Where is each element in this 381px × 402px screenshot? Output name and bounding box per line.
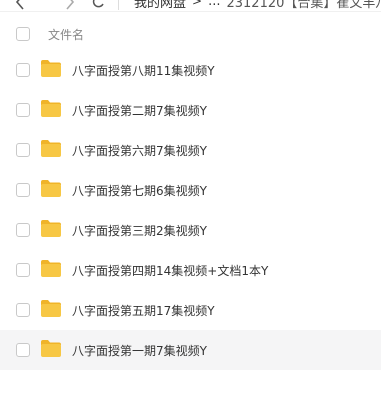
row-checkbox[interactable] bbox=[16, 183, 30, 197]
row-checkbox[interactable] bbox=[16, 223, 30, 237]
row-checkbox[interactable] bbox=[16, 103, 30, 117]
breadcrumb-ellipsis[interactable]: ... bbox=[208, 0, 220, 9]
breadcrumb-current: 2312120【合集】崔文丰八字算 bbox=[226, 0, 381, 11]
folder-icon bbox=[41, 220, 61, 237]
file-name[interactable]: 八字面授第七期6集视频Y bbox=[72, 182, 207, 199]
forward-arrow-icon[interactable] bbox=[62, 0, 78, 10]
file-name[interactable]: 八字面授第四期14集视频+文档1本Y bbox=[72, 262, 268, 279]
row-checkbox[interactable] bbox=[16, 63, 30, 77]
row-checkbox[interactable] bbox=[16, 263, 30, 277]
list-item[interactable]: 八字面授第八期11集视频Y bbox=[0, 50, 381, 90]
file-name[interactable]: 八字面授第一期7集视频Y bbox=[72, 342, 207, 359]
file-list-header: 文件名 bbox=[0, 22, 381, 46]
list-item[interactable]: 八字面授第三期2集视频Y bbox=[0, 210, 381, 250]
row-checkbox[interactable] bbox=[16, 343, 30, 357]
file-name[interactable]: 八字面授第八期11集视频Y bbox=[72, 62, 215, 79]
chevron-right-icon: > bbox=[192, 0, 203, 8]
file-name[interactable]: 八字面授第五期17集视频Y bbox=[72, 302, 215, 319]
folder-icon bbox=[41, 300, 61, 317]
row-checkbox[interactable] bbox=[16, 143, 30, 157]
refresh-icon[interactable] bbox=[90, 0, 106, 10]
breadcrumb: 我的网盘 > ... 2312120【合集】崔文丰八字算 bbox=[134, 0, 381, 11]
file-name[interactable]: 八字面授第六期7集视频Y bbox=[72, 142, 207, 159]
list-item[interactable]: 八字面授第一期7集视频Y bbox=[0, 330, 381, 370]
folder-icon bbox=[41, 100, 61, 117]
list-item[interactable]: 八字面授第二期7集视频Y bbox=[0, 90, 381, 130]
list-item[interactable]: 八字面授第五期17集视频Y bbox=[0, 290, 381, 330]
folder-icon bbox=[41, 140, 61, 157]
list-item[interactable]: 八字面授第七期6集视频Y bbox=[0, 170, 381, 210]
folder-icon bbox=[41, 260, 61, 277]
file-name[interactable]: 八字面授第三期2集视频Y bbox=[72, 222, 207, 239]
folder-icon bbox=[41, 340, 61, 357]
breadcrumb-root[interactable]: 我的网盘 bbox=[134, 0, 186, 11]
column-header-filename[interactable]: 文件名 bbox=[48, 26, 84, 43]
file-name[interactable]: 八字面授第二期7集视频Y bbox=[72, 102, 207, 119]
back-arrow-icon[interactable] bbox=[12, 0, 28, 10]
row-checkbox[interactable] bbox=[16, 303, 30, 317]
nav-divider bbox=[118, 0, 119, 10]
top-navigation-bar: 我的网盘 > ... 2312120【合集】崔文丰八字算 bbox=[0, 0, 381, 12]
folder-icon bbox=[41, 60, 61, 77]
list-item[interactable]: 八字面授第四期14集视频+文档1本Y bbox=[0, 250, 381, 290]
list-item[interactable]: 八字面授第六期7集视频Y bbox=[0, 130, 381, 170]
folder-icon bbox=[41, 180, 61, 197]
select-all-checkbox[interactable] bbox=[16, 27, 30, 41]
